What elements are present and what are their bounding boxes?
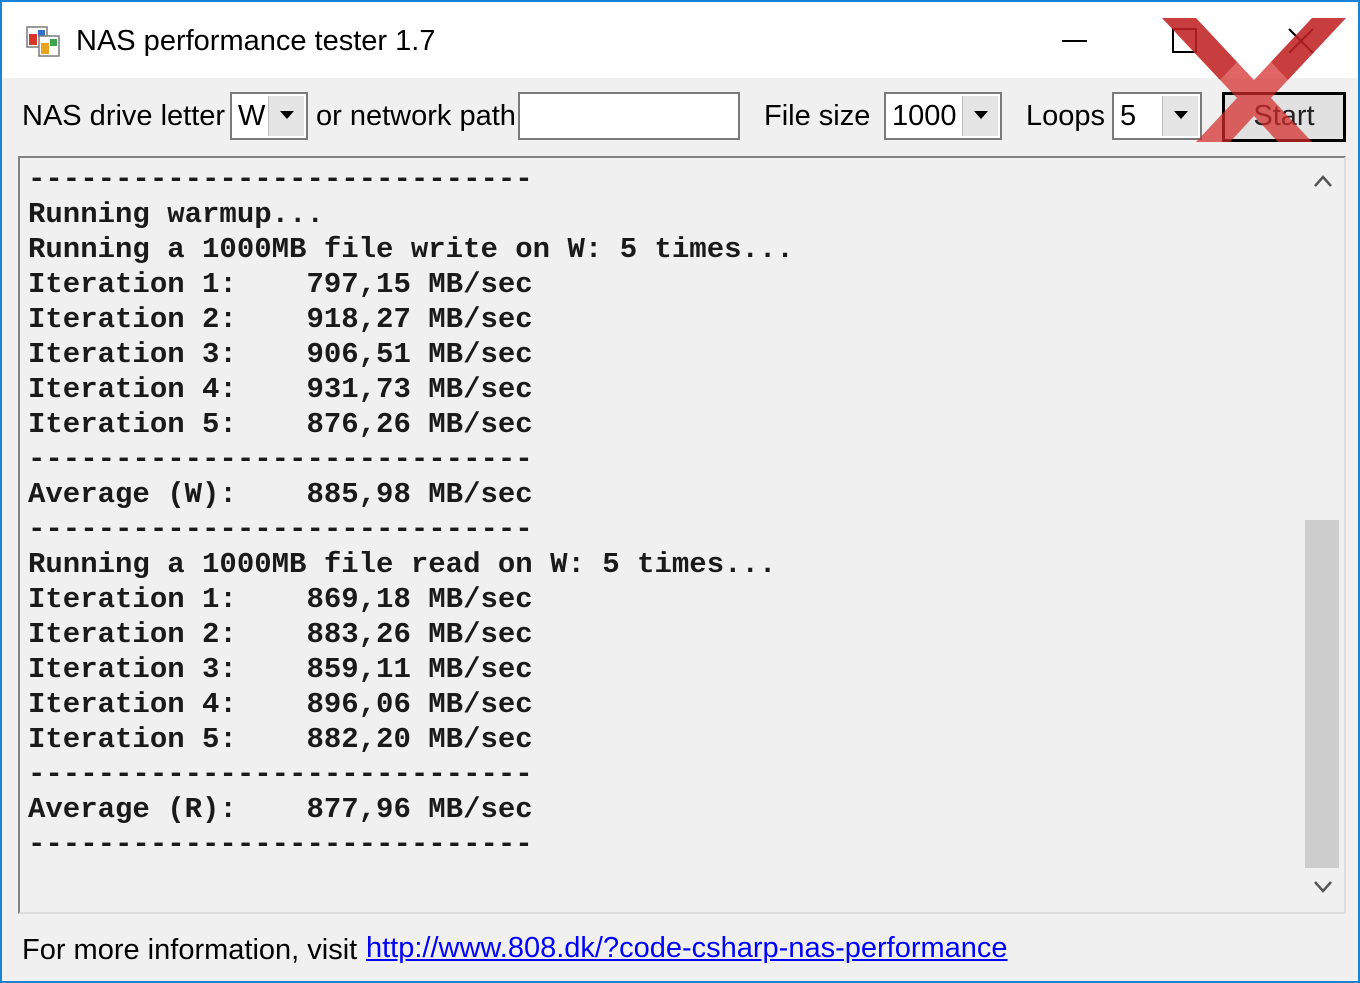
start-button[interactable]: Start — [1222, 92, 1346, 142]
drive-letter-dropdown-button[interactable] — [268, 96, 304, 136]
chevron-down-icon — [974, 111, 988, 119]
output-log-line: Running a 1000MB file write on W: 5 time… — [28, 233, 794, 266]
output-log-line: Running warmup... — [28, 198, 324, 231]
toolbar: NAS drive letter W or network path File … — [2, 78, 1358, 154]
output-log-line: Iteration 3: 906,51 MB/sec — [28, 338, 533, 371]
output-log[interactable]: ----------------------------- Running wa… — [18, 156, 1346, 914]
maximize-button[interactable] — [1140, 2, 1230, 78]
output-log-line: ----------------------------- — [28, 443, 533, 476]
scrollbar-thumb[interactable] — [1305, 520, 1339, 868]
minimize-icon — [1062, 40, 1087, 42]
network-path-label: or network path — [316, 100, 516, 132]
chevron-down-icon — [1314, 881, 1332, 893]
chevron-down-icon — [1174, 111, 1188, 119]
output-log-line: Iteration 5: 882,20 MB/sec — [28, 723, 533, 756]
file-size-value: 1000 — [892, 100, 957, 132]
file-size-label: File size — [764, 100, 871, 132]
output-log-line: ----------------------------- — [28, 828, 533, 861]
network-path-input[interactable] — [518, 92, 740, 140]
output-log-line: ----------------------------- — [28, 513, 533, 546]
output-log-line: Iteration 2: 918,27 MB/sec — [28, 303, 533, 336]
output-log-line: Iteration 1: 797,15 MB/sec — [28, 268, 533, 301]
drive-letter-select[interactable]: W — [230, 92, 308, 140]
output-log-text: ----------------------------- Running wa… — [28, 162, 794, 862]
more-info-text: For more information, visit — [22, 934, 358, 966]
app-window: NAS performance tester 1.7 NAS drive let… — [0, 0, 1360, 983]
close-button[interactable] — [1256, 2, 1346, 78]
output-log-line: Average (W): 885,98 MB/sec — [28, 478, 533, 511]
loops-select[interactable]: 5 — [1112, 92, 1202, 140]
maximize-icon — [1172, 28, 1197, 53]
scroll-up-button[interactable] — [1302, 160, 1344, 204]
vertical-scrollbar[interactable] — [1302, 158, 1344, 912]
output-log-line: Iteration 2: 883,26 MB/sec — [28, 618, 533, 651]
minimize-button[interactable] — [1030, 2, 1120, 78]
output-log-line: Running a 1000MB file read on W: 5 times… — [28, 548, 777, 581]
loops-dropdown-button[interactable] — [1162, 96, 1198, 136]
footer: For more information, visit http://www.8… — [2, 916, 1358, 981]
output-log-line: Iteration 4: 896,06 MB/sec — [28, 688, 533, 721]
window-title: NAS performance tester 1.7 — [76, 25, 436, 57]
drive-letter-label: NAS drive letter — [22, 100, 226, 132]
output-log-line: Iteration 3: 859,11 MB/sec — [28, 653, 533, 686]
output-log-line: Iteration 4: 931,73 MB/sec — [28, 373, 533, 406]
close-icon — [1288, 28, 1314, 54]
output-log-line: Average (R): 877,96 MB/sec — [28, 793, 533, 826]
output-log-line: Iteration 1: 869,18 MB/sec — [28, 583, 533, 616]
info-link[interactable]: http://www.808.dk/?code-csharp-nas-perfo… — [366, 930, 1008, 966]
drive-letter-value: W — [238, 100, 266, 132]
chevron-down-icon — [280, 111, 294, 119]
loops-label: Loops — [1026, 100, 1106, 132]
scroll-down-button[interactable] — [1302, 866, 1344, 910]
file-size-select[interactable]: 1000 — [884, 92, 1002, 140]
loops-value: 5 — [1120, 100, 1137, 132]
output-log-line: Iteration 5: 876,26 MB/sec — [28, 408, 533, 441]
output-log-line: ----------------------------- — [28, 163, 533, 196]
chevron-up-icon — [1314, 175, 1332, 187]
title-bar[interactable]: NAS performance tester 1.7 — [2, 2, 1358, 78]
app-window-icon — [26, 26, 60, 57]
output-log-line: ----------------------------- — [28, 758, 533, 791]
file-size-dropdown-button[interactable] — [962, 96, 998, 136]
